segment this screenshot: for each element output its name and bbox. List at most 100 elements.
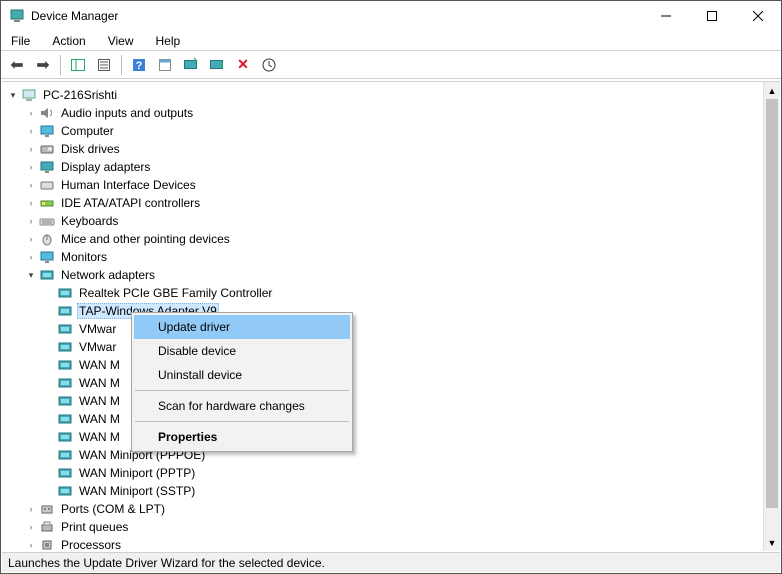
vertical-scrollbar[interactable]: ▲ ▼ (763, 82, 780, 551)
expand-icon[interactable]: › (24, 502, 38, 516)
nic-icon (57, 375, 73, 391)
tree-item-display[interactable]: ›Display adapters (6, 158, 763, 176)
tree-label: Computer (59, 123, 116, 139)
tree-item-wan-pppoe[interactable]: WAN Miniport (PPPOE) (6, 446, 763, 464)
spacer (42, 304, 56, 318)
tree-item-wan-pptp[interactable]: WAN Miniport (PPTP) (6, 464, 763, 482)
ctx-label: Update driver (158, 320, 230, 334)
close-button[interactable] (735, 1, 781, 31)
expand-icon[interactable]: › (24, 232, 38, 246)
disable-button[interactable] (205, 53, 229, 77)
expand-icon[interactable]: › (24, 160, 38, 174)
tree-root[interactable]: ▾ PC-216Srishti (6, 86, 763, 104)
ctx-disable-device[interactable]: Disable device (134, 339, 350, 363)
tree-item-disk[interactable]: ›Disk drives (6, 140, 763, 158)
arrow-left-icon: ⬅ (10, 55, 23, 75)
tree-label: Print queues (59, 519, 130, 535)
expand-icon[interactable]: › (24, 142, 38, 156)
expand-icon[interactable]: ▾ (6, 88, 20, 102)
tree-item-wan1[interactable]: WAN M (6, 356, 763, 374)
cpu-icon (39, 537, 55, 551)
ide-icon (39, 195, 55, 211)
tree-item-wan2[interactable]: WAN M (6, 374, 763, 392)
forward-button[interactable]: ➡ (31, 53, 55, 77)
ctx-uninstall-device[interactable]: Uninstall device (134, 363, 350, 387)
scroll-down-button[interactable]: ▼ (764, 534, 780, 551)
spacer (42, 286, 56, 300)
spacer (42, 430, 56, 444)
uninstall-button[interactable]: ✕ (231, 53, 255, 77)
tree-label: Human Interface Devices (59, 177, 198, 193)
tree-item-realtek[interactable]: Realtek PCIe GBE Family Controller (6, 284, 763, 302)
back-button[interactable]: ⬅ (5, 53, 29, 77)
menu-action[interactable]: Action (48, 32, 89, 50)
help-button[interactable]: ? (127, 53, 151, 77)
tree-label: Audio inputs and outputs (59, 105, 195, 121)
expand-icon[interactable]: › (24, 250, 38, 264)
expand-icon[interactable]: ▾ (24, 268, 38, 282)
spacer (42, 466, 56, 480)
expand-icon[interactable]: › (24, 520, 38, 534)
update-driver-button[interactable] (179, 53, 203, 77)
device-tree-panel: ▾ PC-216Srishti › Audio inputs and output… (2, 81, 780, 551)
minimize-button[interactable] (643, 1, 689, 31)
tree-label: Monitors (59, 249, 109, 265)
tree-item-ide[interactable]: › IDE ATA/ATAPI controllers (6, 194, 763, 212)
spacer (42, 322, 56, 336)
menu-file[interactable]: File (7, 32, 34, 50)
tree-item-computer[interactable]: › Computer (6, 122, 763, 140)
help-icon: ? (131, 57, 147, 73)
expand-icon[interactable]: › (24, 178, 38, 192)
ctx-properties[interactable]: Properties (134, 425, 350, 449)
tree-item-vmware1[interactable]: VMwar (6, 320, 763, 338)
menu-help[interactable]: Help (152, 32, 185, 50)
expand-icon[interactable]: › (24, 214, 38, 228)
toolbar: ⬅ ➡ ? ✕ (1, 51, 781, 79)
monitor-down-icon (209, 57, 225, 73)
tree-item-tap[interactable]: TAP-Windows Adapter V9 (6, 302, 763, 320)
expand-icon[interactable]: › (24, 106, 38, 120)
scroll-thumb[interactable] (766, 99, 778, 508)
ctx-separator (135, 421, 349, 422)
maximize-button[interactable] (689, 1, 735, 31)
hid-icon (39, 177, 55, 193)
scan-button[interactable] (257, 53, 281, 77)
tree-item-mice[interactable]: ›Mice and other pointing devices (6, 230, 763, 248)
properties2-button[interactable] (153, 53, 177, 77)
network-icon (39, 267, 55, 283)
tree-item-wan3[interactable]: WAN M (6, 392, 763, 410)
status-text: Launches the Update Driver Wizard for th… (8, 556, 325, 570)
show-hide-tree-button[interactable] (66, 53, 90, 77)
properties-button[interactable] (92, 53, 116, 77)
tree-item-wan5[interactable]: WAN M (6, 428, 763, 446)
expand-icon[interactable]: › (24, 124, 38, 138)
tree-item-wan4[interactable]: WAN M (6, 410, 763, 428)
tree-label: IDE ATA/ATAPI controllers (59, 195, 202, 211)
display-icon (39, 159, 55, 175)
port-icon (39, 501, 55, 517)
panel-icon (70, 57, 86, 73)
tree-item-hid[interactable]: › Human Interface Devices (6, 176, 763, 194)
tree-item-keyboards[interactable]: ›Keyboards (6, 212, 763, 230)
tree-item-processors[interactable]: ›Processors (6, 536, 763, 551)
ctx-scan-hardware[interactable]: Scan for hardware changes (134, 394, 350, 418)
tree-item-vmware2[interactable]: VMwar (6, 338, 763, 356)
nic-icon (57, 465, 73, 481)
tree-item-audio[interactable]: › Audio inputs and outputs (6, 104, 763, 122)
tree-item-ports[interactable]: ›Ports (COM & LPT) (6, 500, 763, 518)
menu-view[interactable]: View (104, 32, 138, 50)
nic-icon (57, 357, 73, 373)
tree-item-printq[interactable]: › Print queues (6, 518, 763, 536)
expand-icon[interactable]: › (24, 196, 38, 210)
tree-item-wan-sstp[interactable]: WAN Miniport (SSTP) (6, 482, 763, 500)
spacer (42, 358, 56, 372)
tree-item-monitors[interactable]: › Monitors (6, 248, 763, 266)
scroll-up-button[interactable]: ▲ (764, 82, 780, 99)
app-icon (9, 8, 25, 24)
nic-icon (57, 447, 73, 463)
nic-icon (57, 321, 73, 337)
expand-icon[interactable]: › (24, 538, 38, 551)
device-tree[interactable]: ▾ PC-216Srishti › Audio inputs and output… (2, 82, 763, 551)
ctx-update-driver[interactable]: Update driver (134, 315, 350, 339)
tree-item-network[interactable]: ▾Network adapters (6, 266, 763, 284)
